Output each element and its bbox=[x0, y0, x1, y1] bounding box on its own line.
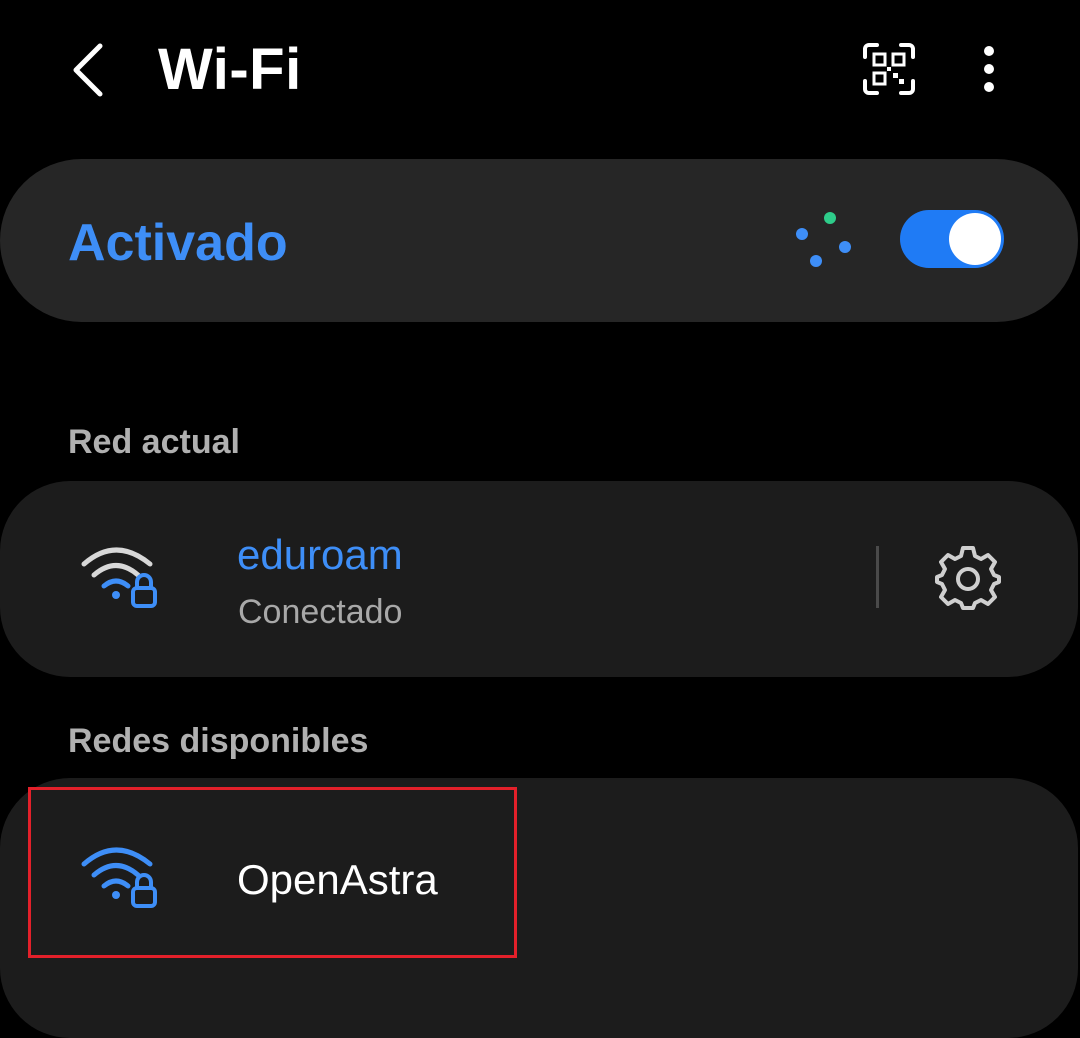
more-options-button[interactable] bbox=[962, 30, 1016, 108]
qr-code-scan-icon bbox=[863, 43, 915, 95]
gear-icon bbox=[935, 546, 1001, 610]
section-header-available: Redes disponibles bbox=[68, 722, 369, 760]
divider bbox=[876, 546, 879, 608]
page-title: Wi-Fi bbox=[158, 37, 302, 102]
more-vert-icon bbox=[984, 46, 994, 92]
highlight-box bbox=[28, 787, 517, 958]
back-button[interactable] bbox=[52, 30, 124, 110]
current-network-name: eduroam bbox=[237, 531, 403, 578]
section-header-current: Red actual bbox=[68, 423, 240, 461]
wifi-toggle[interactable] bbox=[900, 210, 1004, 268]
wifi-state-label: Activado bbox=[68, 214, 288, 272]
scanning-dots-icon bbox=[796, 212, 851, 267]
current-network-status: Conectado bbox=[238, 593, 403, 631]
qr-scan-button[interactable] bbox=[850, 30, 928, 108]
wifi-locked-icon bbox=[81, 547, 157, 608]
network-settings-button[interactable] bbox=[928, 538, 1008, 618]
chevron-left-icon bbox=[73, 43, 103, 97]
toggle-knob bbox=[949, 213, 1001, 265]
